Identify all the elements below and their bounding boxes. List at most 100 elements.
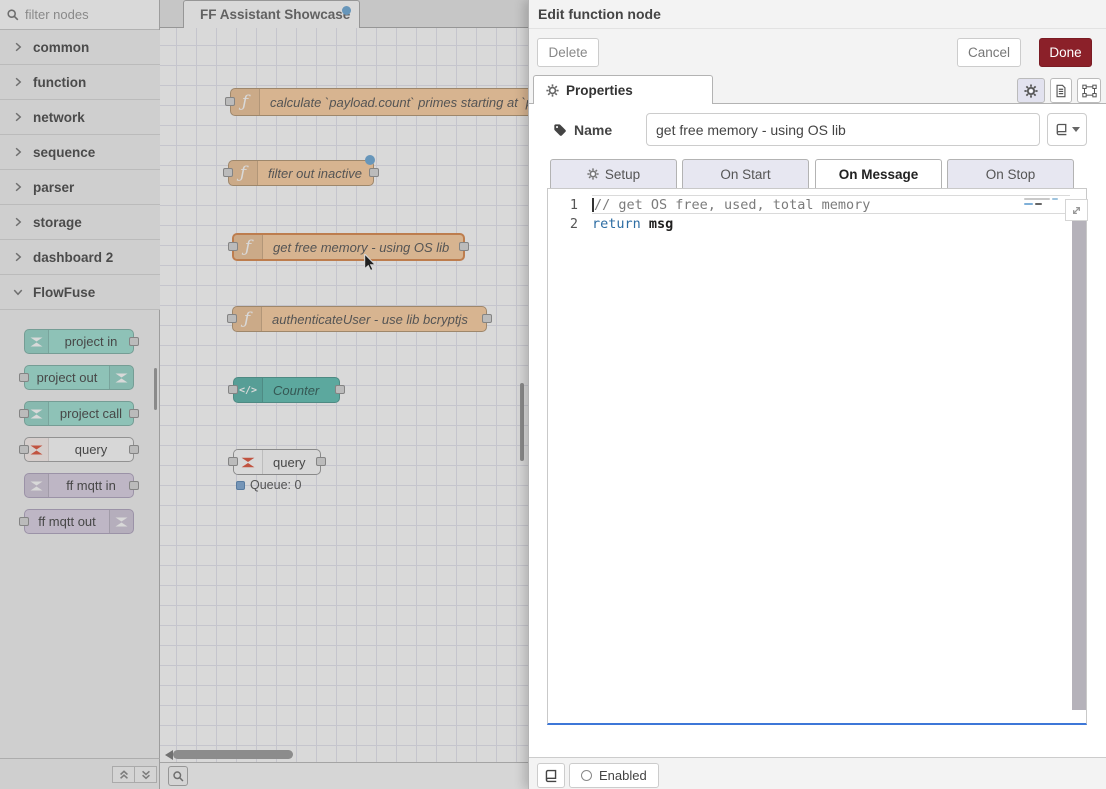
label-options-button[interactable] [1047, 113, 1087, 146]
palette-node-project-call[interactable]: project call [24, 401, 134, 426]
expand-all-button[interactable] [134, 766, 157, 783]
tab-on-stop[interactable]: On Stop [947, 159, 1074, 189]
delete-button[interactable]: Delete [537, 38, 599, 67]
flowfuse-logo-icon [234, 450, 263, 474]
node-filter-out-inactive[interactable]: ƒ filter out inactive [228, 160, 374, 186]
palette-node-ff-mqtt-in[interactable]: ff mqtt in [24, 473, 134, 498]
palette-node-label: project in [49, 334, 133, 349]
divider [529, 28, 1106, 29]
canvas-horizontal-scrollbar[interactable] [173, 750, 293, 759]
document-icon [1054, 84, 1068, 98]
palette-scrollbar[interactable] [154, 368, 157, 410]
object-group-icon [1082, 84, 1097, 98]
palette-node-label: ff mqtt in [49, 478, 133, 493]
done-button[interactable]: Done [1039, 38, 1092, 67]
palette-node-ff-mqtt-out[interactable]: ff mqtt out [24, 509, 134, 534]
description-button[interactable] [1050, 78, 1072, 103]
code-editor[interactable]: 1 // get OS free, used, total memory 2 r… [547, 188, 1087, 725]
input-port[interactable] [228, 385, 238, 394]
gear-icon [587, 168, 599, 180]
input-port[interactable] [19, 517, 29, 526]
output-port[interactable] [129, 481, 139, 490]
status-dot [236, 481, 245, 490]
appearance-button[interactable] [1077, 78, 1101, 103]
tab-properties[interactable]: Properties [533, 75, 713, 104]
category-label: dashboard 2 [33, 250, 113, 265]
name-row: Name [529, 113, 1106, 146]
input-port[interactable] [19, 373, 29, 382]
node-changed-dot [365, 155, 375, 165]
output-port[interactable] [129, 445, 139, 454]
palette-category-common[interactable]: common [0, 30, 160, 65]
palette-node-project-out[interactable]: project out [24, 365, 134, 390]
palette-category-flowfuse[interactable]: FlowFuse [0, 275, 160, 310]
node-query[interactable]: query [233, 449, 321, 475]
name-label: Name [553, 113, 612, 146]
node-get-free-memory[interactable]: ƒ get free memory - using OS lib [232, 233, 465, 261]
filter-nodes-input[interactable] [25, 7, 143, 22]
palette-category-network[interactable]: network [0, 100, 160, 135]
expand-icon [1070, 204, 1083, 217]
node-label: get free memory - using OS lib [263, 235, 463, 259]
flowfuse-logo-icon [109, 510, 133, 533]
enabled-toggle-button[interactable]: Enabled [569, 763, 659, 788]
input-port[interactable] [228, 242, 238, 251]
input-port[interactable] [19, 445, 29, 454]
properties-tab-label: Properties [566, 83, 633, 98]
canvas-search-button[interactable] [168, 766, 188, 786]
flow-canvas[interactable]: ƒ calculate `payload.count` primes start… [160, 28, 528, 762]
palette-filter [0, 0, 159, 30]
output-port[interactable] [482, 314, 492, 323]
palette-node-project-in[interactable]: project in [24, 329, 134, 354]
palette-category-parser[interactable]: parser [0, 170, 160, 205]
palette-category-storage[interactable]: storage [0, 205, 160, 240]
library-button[interactable] [537, 763, 565, 788]
tray-header: Edit function node Delete Cancel Done Pr… [529, 0, 1106, 104]
palette-node-query[interactable]: query [24, 437, 134, 462]
palette-category-function[interactable]: function [0, 65, 160, 100]
output-port[interactable] [316, 457, 326, 466]
output-port[interactable] [459, 242, 469, 251]
caret-down-icon [1072, 127, 1080, 132]
input-port[interactable] [19, 409, 29, 418]
input-port[interactable] [227, 314, 237, 323]
node-name-input[interactable] [646, 113, 1040, 146]
node-authenticate-user[interactable]: ƒ authenticateUser - use lib bcryptjs [232, 306, 487, 332]
palette-category-dashboard2[interactable]: dashboard 2 [0, 240, 160, 275]
output-port[interactable] [129, 409, 139, 418]
output-port[interactable] [369, 168, 379, 177]
expand-editor-button[interactable] [1065, 199, 1088, 221]
output-port[interactable] [335, 385, 345, 394]
palette-category-sequence[interactable]: sequence [0, 135, 160, 170]
node-calculate-primes[interactable]: ƒ calculate `payload.count` primes start… [230, 88, 528, 116]
tab-setup[interactable]: Setup [550, 159, 677, 189]
gear-icon [1024, 84, 1038, 98]
cancel-button[interactable]: Cancel [957, 38, 1021, 67]
flowfuse-logo-icon [25, 474, 49, 497]
flow-tab[interactable]: FF Assistant Showcase [183, 0, 360, 28]
mouse-cursor-icon [364, 254, 377, 277]
tab-on-message[interactable]: On Message [815, 159, 942, 189]
input-port[interactable] [225, 97, 235, 106]
editor-line: 2 return msg [548, 214, 1086, 233]
canvas-vertical-scrollbar[interactable] [520, 383, 524, 461]
category-label: parser [33, 180, 74, 195]
input-port[interactable] [228, 457, 238, 466]
tab-on-start[interactable]: On Start [682, 159, 809, 189]
output-port[interactable] [129, 337, 139, 346]
category-label: storage [33, 215, 82, 230]
canvas-footer [160, 762, 528, 789]
scroll-left-arrow-icon[interactable] [165, 750, 173, 760]
node-counter[interactable]: </> Counter [233, 377, 340, 403]
collapse-all-button[interactable] [112, 766, 135, 783]
flow-modified-dot [342, 6, 351, 15]
gear-icon [546, 84, 559, 97]
line-number: 1 [548, 197, 592, 213]
editor-scrollbar[interactable] [1072, 217, 1086, 710]
input-port[interactable] [223, 168, 233, 177]
flow-tab-label: FF Assistant Showcase [200, 7, 350, 22]
properties-gear-button[interactable] [1017, 78, 1045, 103]
function-icon: ƒ [231, 89, 260, 115]
palette-node-label: query [49, 442, 133, 457]
category-label: common [33, 40, 89, 55]
